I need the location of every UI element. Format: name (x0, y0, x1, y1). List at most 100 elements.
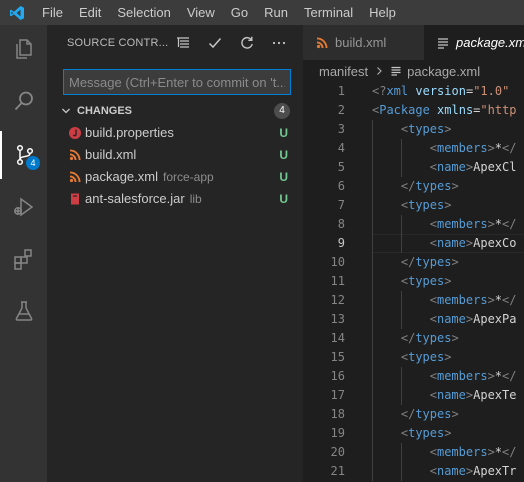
code-line[interactable]: 10 </types> (303, 253, 524, 272)
code-line[interactable]: 2 <Package xmlns="http (303, 101, 524, 120)
file-name: ant-salesforce.jar lib (85, 191, 202, 206)
code-token: name (436, 464, 466, 478)
menu-bar: File Edit Selection View Go Run Terminal… (34, 0, 404, 25)
changes-section-header[interactable]: CHANGES 4 (47, 100, 303, 122)
indent-guide (372, 386, 373, 405)
code-token: types (408, 274, 445, 288)
code-text: <types> (401, 424, 452, 443)
code-token: </ (400, 179, 416, 193)
code-line[interactable]: 7 <types> (303, 196, 524, 215)
code-token: name (436, 160, 466, 174)
code-line[interactable]: 4 <members>*</ (303, 139, 524, 158)
activity-testing[interactable] (0, 287, 47, 335)
menu-view[interactable]: View (179, 0, 223, 25)
properties-file-icon (68, 126, 82, 140)
code-token: "1.0" (473, 84, 510, 98)
code-token: < (429, 160, 437, 174)
menu-selection[interactable]: Selection (109, 0, 178, 25)
line-number: 15 (330, 350, 345, 364)
code-token: members (436, 369, 488, 383)
code-token: xml (386, 84, 409, 98)
commit-button[interactable] (199, 25, 231, 60)
code-line[interactable]: 9 <name>ApexCo (303, 234, 524, 253)
code-line[interactable]: 12 <members>*</ (303, 291, 524, 310)
code-line[interactable]: 17 <name>ApexTe (303, 386, 524, 405)
menu-edit[interactable]: Edit (71, 0, 109, 25)
code-editor[interactable]: 1 <?xml version="1.0" 2 <Package xmlns="ht… (303, 82, 524, 482)
code-line[interactable]: 20 <members>*</ (303, 443, 524, 462)
indent-guide (400, 462, 402, 481)
commit-message-box (63, 69, 291, 95)
code-text: <members>*</ (430, 215, 517, 234)
refresh-button[interactable] (231, 25, 263, 60)
changed-file-row[interactable]: ant-salesforce.jar lib U (47, 188, 303, 210)
search-icon (14, 91, 33, 111)
view-as-tree-button[interactable] (167, 25, 199, 60)
code-token: name (436, 388, 466, 402)
indent-guide (372, 367, 373, 386)
line-number: 18 (330, 407, 345, 421)
changed-file-row[interactable]: build.xml U (47, 144, 303, 166)
code-token: > (444, 350, 452, 364)
code-text: </types> (401, 329, 459, 348)
code-text: <name>ApexTr (430, 462, 517, 481)
code-token: * (494, 445, 503, 459)
indent-guide (372, 329, 373, 348)
menu-help[interactable]: Help (361, 0, 404, 25)
menu-run[interactable]: Run (256, 0, 296, 25)
tab-build-xml[interactable]: build.xml (303, 25, 424, 60)
code-line[interactable]: 6 </types> (303, 177, 524, 196)
code-line[interactable]: 3 <types> (303, 120, 524, 139)
code-text: <members>*</ (430, 367, 517, 386)
activity-extensions[interactable] (0, 235, 47, 283)
code-line[interactable]: 5 <name>ApexCl (303, 158, 524, 177)
code-line[interactable]: 19 <types> (303, 424, 524, 443)
code-line[interactable]: 13 <name>ApexPa (303, 310, 524, 329)
code-token: > (487, 141, 495, 155)
breadcrumb-folder[interactable]: manifest (319, 64, 368, 79)
code-token: name (436, 312, 466, 326)
menu-go[interactable]: Go (223, 0, 256, 25)
more-actions-button[interactable] (263, 25, 295, 60)
code-text: <types> (401, 272, 452, 291)
code-token: </ (502, 369, 517, 383)
line-number: 10 (330, 255, 345, 269)
refresh-icon (241, 36, 253, 49)
code-line[interactable]: 8 <members>*</ (303, 215, 524, 234)
activity-source-control[interactable]: 4 (0, 131, 47, 179)
code-token: types (415, 331, 452, 345)
menu-terminal[interactable]: Terminal (296, 0, 361, 25)
code-token: members (436, 217, 488, 231)
breadcrumb-file[interactable]: package.xml (407, 64, 480, 79)
code-line[interactable]: 14 </types> (303, 329, 524, 348)
line-number: 21 (330, 464, 345, 478)
tab-package-xml[interactable]: package.xml (424, 25, 524, 60)
code-line[interactable]: 18 </types> (303, 405, 524, 424)
more-actions-icon (272, 41, 286, 44)
code-line[interactable]: 15 <types> (303, 348, 524, 367)
code-token: types (408, 198, 445, 212)
code-line[interactable]: 11 <types> (303, 272, 524, 291)
commit-message-input[interactable] (64, 70, 290, 94)
code-token: ApexCo (473, 236, 517, 250)
menu-file[interactable]: File (34, 0, 71, 25)
changed-file-row[interactable]: build.properties U (47, 122, 303, 144)
code-token: < (429, 217, 437, 231)
sidebar-title: SOURCE CONTR... (67, 36, 169, 49)
indent-guide (372, 405, 373, 424)
activity-run-debug[interactable] (0, 183, 47, 231)
line-number: 14 (330, 331, 345, 345)
line-number: 7 (337, 198, 345, 212)
activity-search[interactable] (0, 77, 47, 125)
code-token: </ (502, 141, 517, 155)
code-line[interactable]: 21 <name>ApexTr (303, 462, 524, 481)
file-name: package.xml force-app (85, 169, 214, 184)
indent-guide (372, 234, 373, 253)
activity-explorer[interactable] (0, 25, 47, 73)
indent-guide (372, 158, 373, 177)
code-line[interactable]: 16 <members>*</ (303, 367, 524, 386)
code-token: </ (400, 255, 416, 269)
changed-file-row[interactable]: package.xml force-app U (47, 166, 303, 188)
code-line[interactable]: 1 <?xml version="1.0" (303, 82, 524, 101)
